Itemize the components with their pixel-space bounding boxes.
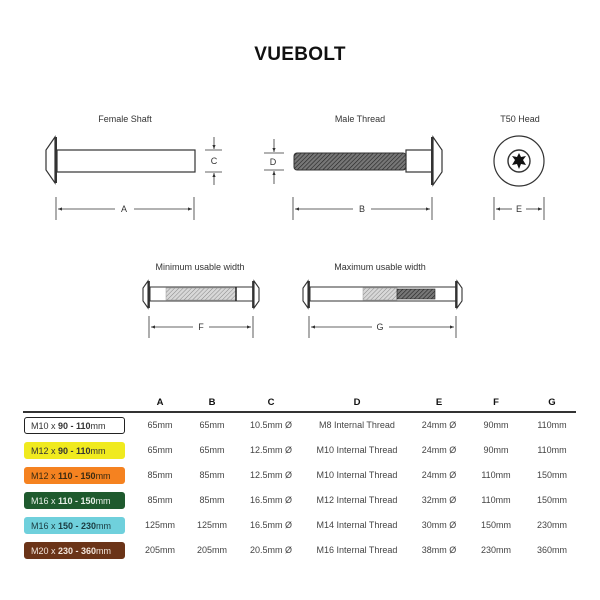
table-row: M16 x 110 - 150mm 85mm 85mm 16.5mm Ø M12 Int… [0, 492, 600, 512]
badge-range: 90 - 110 [58, 446, 91, 456]
badge-size: M12 x [31, 471, 59, 481]
cell-c: 16.5mm Ø [249, 520, 292, 530]
dimension-b: B [292, 197, 433, 220]
badge-size: M16 x [31, 521, 59, 531]
badge-unit: mm [95, 496, 111, 506]
dim-label-a: A [121, 204, 127, 214]
badge-unit: mm [90, 446, 106, 456]
badge-unit: mm [95, 471, 111, 481]
dimension-c: C [205, 137, 222, 185]
badge-range: 110 - 150 [58, 471, 96, 481]
cell-c: 12.5mm Ø [249, 445, 292, 455]
column-header-g: G [548, 397, 556, 408]
cell-g: 150mm [536, 495, 567, 505]
badge-unit: mm [90, 421, 106, 431]
dim-label-b: B [359, 204, 365, 214]
cell-g: 110mm [537, 420, 567, 430]
cell-g: 150mm [536, 470, 567, 480]
badge-range: 110 - 150 [58, 496, 96, 506]
badge-size: M10 x [31, 421, 59, 431]
table-row: M20 x 230 - 360mm 205mm 205mm 20.5mm Ø M16 I… [0, 542, 600, 562]
dim-label-f: F [198, 322, 204, 332]
column-header-d: D [353, 397, 361, 408]
badge-unit: mm [96, 546, 112, 556]
dimension-g: G [308, 316, 457, 338]
badge-size: M12 x [31, 446, 59, 456]
min-width-drawing [142, 279, 260, 310]
dim-label-d: D [270, 157, 277, 167]
cell-c: 10.5mm Ø [249, 420, 292, 430]
male-thread-drawing [293, 135, 443, 187]
dimension-a: A [55, 197, 195, 220]
t50-head-drawing [493, 135, 545, 187]
badge-range: 230 - 360 [58, 546, 97, 556]
cell-g: 110mm [537, 445, 567, 455]
dim-label-g: G [376, 322, 383, 332]
column-header-f: F [493, 397, 499, 408]
badge-size: M16 x [31, 496, 59, 506]
dimension-e: E [493, 197, 545, 220]
max-width-drawing [302, 279, 463, 310]
column-header-a: A [156, 397, 164, 408]
badge-range: 150 - 230 [58, 521, 97, 531]
badge-unit: mm [96, 521, 112, 531]
header-divider [23, 411, 576, 413]
cell-g: 230mm [536, 520, 567, 530]
column-header-b: B [208, 397, 216, 408]
table-row: M10 x 90 - 110mm 65mm 65mm 10.5mm Ø M8 Inter… [0, 417, 600, 437]
dimension-d: D [264, 139, 284, 184]
dim-label-c: C [211, 156, 218, 166]
cell-g: 360mm [536, 545, 567, 555]
column-header-e: E [435, 397, 443, 408]
table-row: M12 x 90 - 110mm 65mm 65mm 12.5mm Ø M10 Inte… [0, 442, 600, 462]
cell-c: 20.5mm Ø [249, 545, 292, 555]
cell-c: 16.5mm Ø [249, 495, 292, 505]
cell-c: 12.5mm Ø [249, 470, 292, 480]
dim-label-e: E [516, 204, 522, 214]
table-row: M12 x 110 - 150mm 85mm 85mm 12.5mm Ø M10 Int… [0, 467, 600, 487]
badge-range: 90 - 110 [58, 421, 91, 431]
dimension-f: F [148, 316, 254, 338]
badge-size: M20 x [31, 546, 59, 556]
column-header-c: C [267, 397, 275, 408]
table-row: M16 x 150 - 230mm 125mm 125mm 16.5mm Ø M14 I… [0, 517, 600, 537]
female-shaft-drawing [45, 135, 196, 185]
